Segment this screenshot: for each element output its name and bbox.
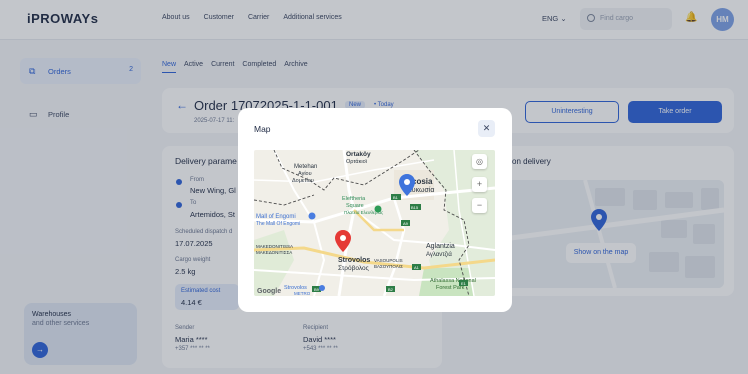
road-shield-b15: B15 <box>411 205 419 210</box>
map-label-ortakoy-gr: Ορτάκιοϊ <box>346 158 368 165</box>
map-label-square: Square <box>346 203 364 209</box>
shopping-icon <box>308 212 316 220</box>
map-label-strovolos-gr: Στρόβολος <box>338 264 369 272</box>
map-label-dometiou: Δομετίου <box>292 178 314 184</box>
park-icon <box>374 205 382 213</box>
map-label-vasoupolis: VASOUPOLIS <box>374 258 403 263</box>
map-label-mall-gr: The Mall Of Engomi <box>256 221 300 227</box>
map-view[interactable]: Ortaköy Ορτάκιοϊ Metehan Αγίου Δομετίου … <box>254 150 495 296</box>
map-label-metro: METRO <box>294 291 311 296</box>
map-label-mall: Mall of Engomi <box>256 214 296 220</box>
map-label-eleftheria: Eleftheria <box>342 196 366 202</box>
zoom-in-button[interactable]: + <box>472 177 487 192</box>
map-label-aglantzia: Aglantzia <box>426 243 455 250</box>
locate-icon[interactable]: ◎ <box>472 154 487 169</box>
map-label-makedonitissa: MAKEDONITISSA <box>256 244 293 249</box>
cart-icon <box>319 285 325 291</box>
close-icon[interactable]: ✕ <box>478 120 495 137</box>
road-shield-e1: E1 <box>461 281 467 286</box>
road-shield-a1: A1 <box>414 265 420 270</box>
map-label-agios: Αγίου <box>298 171 312 177</box>
map-label-metehan: Metehan <box>294 164 317 170</box>
google-logo: Google <box>257 288 281 295</box>
map-modal: Map ✕ Ortaköy Ορτάκιοϊ Metehan Αγίου Δομ… <box>238 108 512 312</box>
road-shield-b9: B9 <box>314 287 320 292</box>
zoom-out-button[interactable]: − <box>472 198 487 213</box>
map-label-athalassa: Athalassa National <box>430 278 476 284</box>
map-label-strovolos: Strovolos <box>338 257 370 264</box>
map-canvas: Ortaköy Ορτάκιοϊ Metehan Αγίου Δομετίου … <box>254 150 495 296</box>
map-label-ortakoy: Ortaköy <box>346 151 371 158</box>
modal-title: Map <box>254 124 271 134</box>
map-label-makedonitissa-gr: ΜΑΚΕΔΟΝΙΤΙΣΣΑ <box>256 250 292 255</box>
road-shield-b2: B2 <box>388 287 394 292</box>
map-label-vasoupolis-gr: ΒΑΣΟΥΠΟΛΙΣ <box>374 264 403 269</box>
road-shield-b1: B1 <box>393 195 399 200</box>
map-label-aglantzia-gr: Αγλαντζιά <box>426 251 452 258</box>
road-shield-a9: A9 <box>403 221 409 226</box>
